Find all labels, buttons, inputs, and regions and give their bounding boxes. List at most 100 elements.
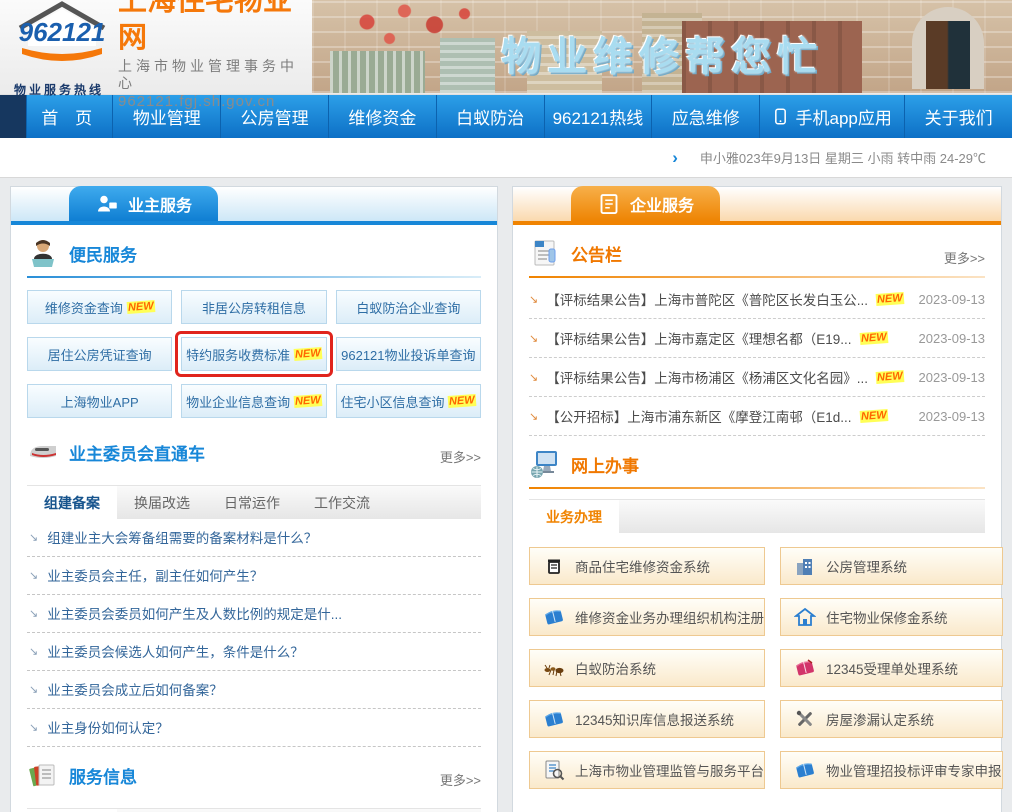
news-icon <box>529 237 561 269</box>
owner-services-panel: 业主服务 便民服务 维修资金查询 NEW 非居公房转租信息 <box>10 186 498 812</box>
question-link[interactable]: ↘ 业主委员会候选人如何产生，条件是什么？ <box>27 633 481 671</box>
nav-item[interactable]: 关于我们 <box>904 95 1012 138</box>
blue-book-icon <box>543 606 565 628</box>
weather-bar: › 申小雅023年9月13日 星期三 小雨 转中雨 24-29℃ <box>0 138 1012 178</box>
convenience-button[interactable]: 962121物业投诉单查询 <box>336 337 481 371</box>
committee-tabbar: 组建备案 换届改选 日常运作 工作交流 <box>27 485 481 519</box>
new-badge: NEW <box>294 347 322 361</box>
arrow-bullet-icon: ↘ <box>29 569 38 582</box>
system-button[interactable]: 物业管理招投标评审专家申报 <box>780 751 1003 789</box>
nav-item[interactable]: 手机app应用 <box>759 95 904 138</box>
computer-icon <box>529 448 561 480</box>
banner-image: 物业维修帮您忙 <box>312 0 1012 93</box>
question-link[interactable]: ↘ 业主委员会成立后如何备案？ <box>27 671 481 709</box>
arrow-bullet-icon: ↘ <box>29 607 38 620</box>
convenience-button[interactable]: 上海物业APP <box>27 384 172 418</box>
convenience-button[interactable]: 非居公房转租信息 <box>181 290 326 324</box>
receptionist-icon <box>27 237 59 269</box>
committee-tab[interactable]: 组建备案 <box>27 486 117 519</box>
committee-tab[interactable]: 工作交流 <box>297 486 387 519</box>
blue-book-icon <box>794 759 816 781</box>
arrow-bullet-icon: ↘ <box>29 683 38 696</box>
online-services-section-header: 网上办事 <box>513 436 1001 487</box>
new-badge: NEW <box>294 394 322 408</box>
announcement-date: 2023-09-13 <box>919 331 986 346</box>
system-button[interactable]: 上海市物业管理监管与服务平台 <box>529 751 765 789</box>
nav-item[interactable]: 维修资金 <box>328 95 436 138</box>
announcement-more-link[interactable]: 更多>> <box>944 248 985 267</box>
question-link[interactable]: ↘ 组建业主大会筹备组需要的备案材料是什么？ <box>27 519 481 557</box>
question-link[interactable]: ↘ 业主身份如何认定？ <box>27 709 481 747</box>
business-tab[interactable]: 业务办理 <box>529 500 619 533</box>
question-link[interactable]: ↘ 业主委员会主任，副主任如何产生？ <box>27 557 481 595</box>
nav-item[interactable]: 应急维修 <box>651 95 759 138</box>
convenience-button[interactable]: 物业企业信息查询 NEW <box>181 384 326 418</box>
committee-more-link[interactable]: 更多>> <box>440 447 481 466</box>
nav-left-edge <box>0 95 26 138</box>
convenience-button[interactable]: 维修资金查询 NEW <box>27 290 172 324</box>
announcement-link[interactable]: ↘ 【评标结果公告】上海市杨浦区《杨浦区文化名园》... NEW 2023-09… <box>529 358 985 397</box>
convenience-button[interactable]: 居住公房凭证查询 <box>27 337 172 371</box>
arrow-bullet-icon: ↘ <box>29 531 38 544</box>
tab-owner-services[interactable]: 业主服务 <box>69 186 218 221</box>
train-icon <box>27 436 59 468</box>
banner-slogan: 物业维修帮您忙 <box>312 24 1012 82</box>
new-badge: NEW <box>859 331 887 345</box>
announcement-link[interactable]: ↘ 【评标结果公告】上海市普陀区《普陀区长发白玉公... NEW 2023-09… <box>529 280 985 319</box>
962121-house-logo-icon: 962121 <box>14 0 110 76</box>
enterprise-services-panel: 企业服务 公告栏 更多>> ↘ 【评标结果公告】上海市普陀区《普陀区长发白玉公.… <box>512 186 1002 812</box>
question-link[interactable]: ↘ 业主委员会委员如何产生及人数比例的规定是什... <box>27 595 481 633</box>
nav-item[interactable]: 首 页 <box>26 95 112 138</box>
announcement-date: 2023-09-13 <box>919 409 986 424</box>
weather-marquee-arrow-icon: › <box>672 148 678 168</box>
system-button[interactable]: 商品住宅维修资金系统 <box>529 547 765 585</box>
committee-tab[interactable]: 换届改选 <box>117 486 207 519</box>
committee-question-list: ↘ 组建业主大会筹备组需要的备案材料是什么？ ↘ 业主委员会主任，副主任如何产生… <box>27 519 481 747</box>
arrow-bullet-icon: ↘ <box>529 410 538 423</box>
site-subtitle: 上海市物业管理事务中心 <box>118 58 312 93</box>
system-button[interactable]: 房屋渗漏认定系统 <box>780 700 1003 738</box>
new-badge: NEW <box>876 292 904 306</box>
ant-icon <box>543 657 565 679</box>
announcement-link[interactable]: ↘ 【评标结果公告】上海市嘉定区《理想名都（E19... NEW 2023-09… <box>529 319 985 358</box>
convenience-button[interactable]: 特约服务收费标准 NEW <box>181 337 326 371</box>
service-info-tabbar: 投诉处置 咨询回复 <box>27 808 481 812</box>
system-button[interactable]: 住宅物业保修金系统 <box>780 598 1003 636</box>
enterprise-document-icon <box>597 192 621 216</box>
system-button[interactable]: 维修资金业务办理组织机构注册 <box>529 598 765 636</box>
arrow-bullet-icon: ↘ <box>29 721 38 734</box>
announcement-date: 2023-09-13 <box>919 370 986 385</box>
red-book-icon <box>794 657 816 679</box>
system-button[interactable]: 12345受理单处理系统 <box>780 649 1003 687</box>
service-info-more-link[interactable]: 更多>> <box>440 770 481 789</box>
arrow-bullet-icon: ↘ <box>529 371 538 384</box>
convenience-section-header: 便民服务 <box>11 225 497 276</box>
convenience-button[interactable]: 白蚁防治企业查询 <box>336 290 481 324</box>
committee-tab[interactable]: 日常运作 <box>207 486 297 519</box>
convenience-button-grid: 维修资金查询 NEW 非居公房转租信息 白蚁防治企业查询 居住公房凭证查询 <box>27 290 481 418</box>
announcement-link[interactable]: ↘ 【公开招标】上海市浦东新区《摩登江南邨（E1d... NEW 2023-09… <box>529 397 985 436</box>
site-logo: 962121 物业服务热线 上海住宅物业网 上海市物业管理事务中心 962121… <box>0 0 312 95</box>
new-badge: NEW <box>448 394 476 408</box>
system-button[interactable]: 白蚁防治系统 <box>529 649 765 687</box>
announcement-section-header: 公告栏 更多>> <box>513 225 1001 276</box>
arrow-bullet-icon: ↘ <box>529 332 538 345</box>
new-badge: NEW <box>876 370 904 384</box>
site-url: 962121.fgj.sh.gov.cn <box>118 93 312 112</box>
owner-person-icon <box>95 192 119 216</box>
site-header: 962121 物业服务热线 上海住宅物业网 上海市物业管理事务中心 962121… <box>0 0 1012 95</box>
weather-text: 申小雅023年9月13日 星期三 小雨 转中雨 24-29℃ <box>700 148 986 167</box>
system-button[interactable]: 12345知识库信息报送系统 <box>529 700 765 738</box>
doc-search-icon <box>543 759 565 781</box>
blue-book-icon <box>543 708 565 730</box>
credit-section-header: 1 企业信用 更多>> <box>513 801 1001 812</box>
system-button[interactable]: 公房管理系统 <box>780 547 1003 585</box>
documents-icon <box>27 759 59 791</box>
logo-hotline-text: 物业服务热线 <box>14 81 110 98</box>
nav-item[interactable]: 白蚁防治 <box>436 95 544 138</box>
convenience-button[interactable]: 住宅小区信息查询 NEW <box>336 384 481 418</box>
arrow-bullet-icon: ↘ <box>529 293 538 306</box>
nav-item[interactable]: 962121热线 <box>544 95 652 138</box>
arrow-bullet-icon: ↘ <box>29 645 38 658</box>
tab-enterprise-services[interactable]: 企业服务 <box>571 186 720 221</box>
